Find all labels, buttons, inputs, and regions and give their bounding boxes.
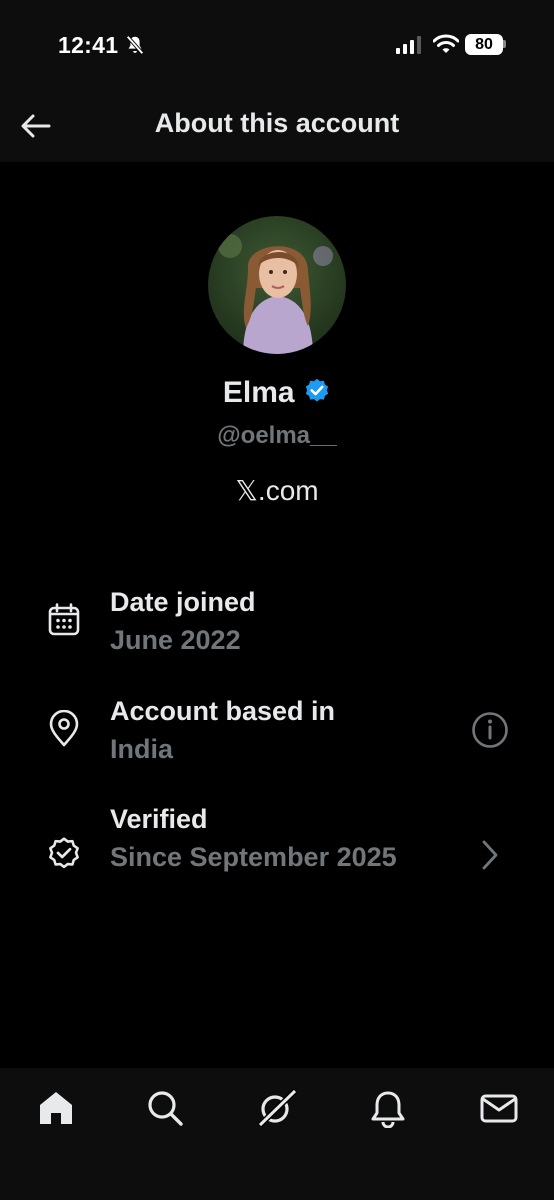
- verified-row[interactable]: Verified Since September 2025: [0, 802, 554, 912]
- wifi-icon: [433, 34, 459, 53]
- profile-name-row: Elma: [0, 376, 554, 410]
- header-bar: About this account: [0, 90, 554, 162]
- battery-indicator: 80: [465, 34, 503, 55]
- avatar-image: [208, 216, 346, 354]
- site-label: 𝕏.com: [235, 475, 319, 506]
- bell-off-icon: [126, 35, 144, 55]
- verified-seal-icon: [49, 837, 79, 869]
- cellular-signal-icon: [396, 36, 421, 54]
- account-based-in-value: India: [110, 734, 174, 764]
- chevron-right-icon[interactable]: [478, 838, 502, 872]
- status-time: 12:41: [58, 32, 119, 58]
- status-bar: 12:41 80: [0, 0, 554, 90]
- search-icon[interactable]: [145, 1088, 185, 1128]
- messages-icon[interactable]: [479, 1088, 519, 1128]
- home-icon[interactable]: [36, 1088, 76, 1128]
- grok-icon[interactable]: [257, 1088, 297, 1128]
- date-joined-value: June 2022: [110, 625, 241, 655]
- page-title: About this account: [154, 108, 400, 138]
- profile-name: Elma: [222, 376, 295, 409]
- notifications-icon[interactable]: [368, 1088, 408, 1128]
- info-icon[interactable]: [470, 710, 510, 750]
- account-based-in-row: Account based in India: [0, 694, 554, 774]
- calendar-icon: [48, 603, 80, 636]
- date-joined-row: Date joined June 2022: [0, 585, 554, 665]
- battery-cap: [503, 40, 506, 48]
- battery-level: 80: [475, 36, 493, 53]
- account-based-in-title: Account based in: [110, 696, 336, 726]
- profile-handle: @oelma__: [217, 422, 337, 449]
- verified-badge-icon[interactable]: [303, 377, 331, 405]
- avatar[interactable]: [208, 216, 346, 354]
- location-pin-icon: [49, 710, 79, 747]
- bottom-tab-bar: [0, 1068, 554, 1200]
- date-joined-title: Date joined: [110, 587, 256, 617]
- verified-title: Verified: [110, 804, 208, 834]
- verified-value: Since September 2025: [110, 842, 397, 872]
